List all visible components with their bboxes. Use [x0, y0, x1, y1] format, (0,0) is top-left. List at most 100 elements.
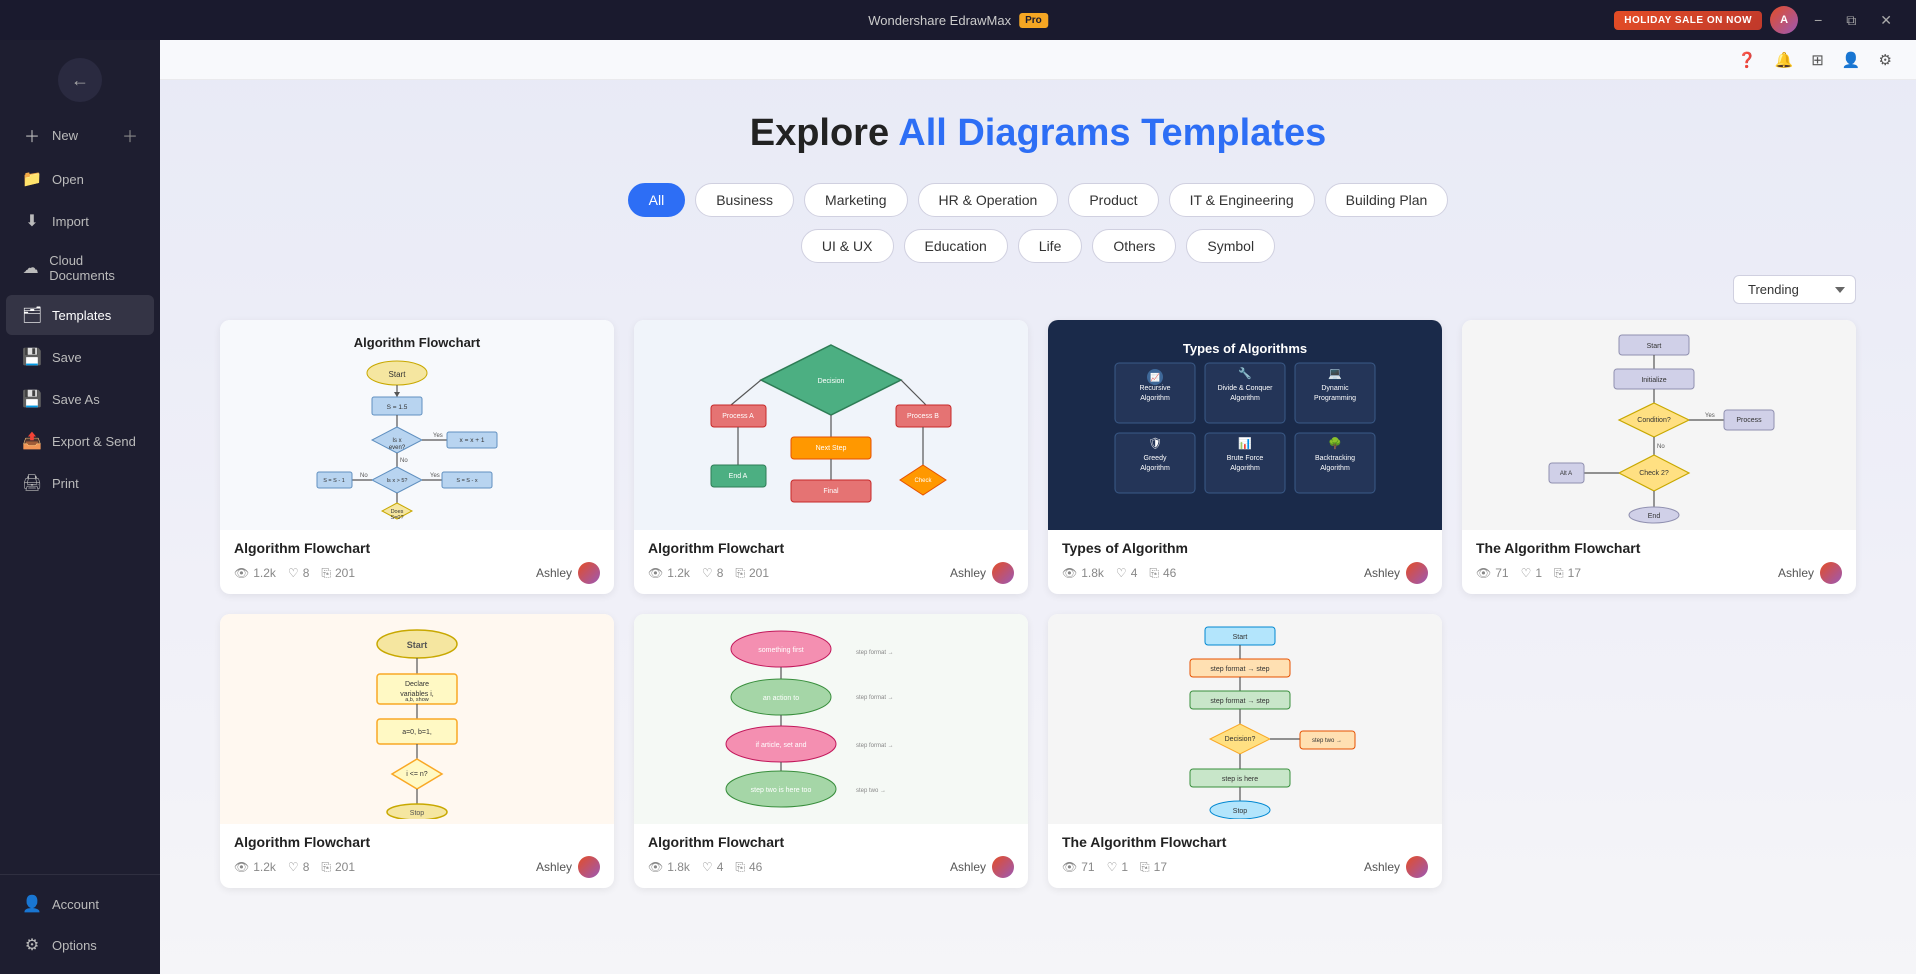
save-icon: 💾 [22, 347, 42, 367]
svg-text:Dynamic: Dynamic [1321, 385, 1349, 392]
sidebar-item-new[interactable]: ＋ New ＋ [6, 113, 154, 157]
svg-text:Is x: Is x [392, 438, 401, 444]
svg-text:Stop: Stop [410, 810, 425, 817]
sidebar-item-cloud[interactable]: ☁ Cloud Documents [6, 243, 154, 293]
eye-icon-5: 👁 [648, 860, 663, 874]
filter-btn-education[interactable]: Education [904, 229, 1008, 263]
filter-btn-business[interactable]: Business [695, 183, 794, 217]
svg-text:x = x + 1: x = x + 1 [460, 437, 485, 444]
svg-text:Stop: Stop [1233, 808, 1248, 815]
svg-text:Types of Algorithms: Types of Algorithms [1183, 341, 1307, 356]
titlebar-center: Wondershare EdrawMax Pro [868, 13, 1048, 28]
sidebar-item-options[interactable]: ⚙ Options [6, 925, 154, 965]
sort-dropdown[interactable]: Trending Newest Most Liked Most Viewed [1733, 275, 1856, 304]
svg-text:S=0?: S=0? [391, 515, 404, 521]
template-card-4[interactable]: Start Declare variables i, a,b, show a=0… [220, 614, 614, 888]
preview-svg-4: Start Declare variables i, a,b, show a=0… [317, 619, 517, 819]
settings-icon[interactable]: ⚙ [1879, 51, 1892, 69]
sidebar-item-new-label: New [52, 128, 78, 143]
sidebar-item-import[interactable]: ⬇ Import [6, 201, 154, 241]
svg-text:Yes: Yes [433, 433, 443, 439]
author-0: Ashley [536, 562, 600, 584]
svg-text:step two →: step two → [1312, 738, 1342, 744]
template-card-6[interactable]: Start step format → step step format → s… [1048, 614, 1442, 888]
filter-btn-building[interactable]: Building Plan [1325, 183, 1449, 217]
card-info-1: Algorithm Flowchart 👁 1.2k ♡ 8 [634, 530, 1028, 594]
eye-icon-0: 👁 [234, 566, 249, 580]
grid-icon[interactable]: ⊞ [1811, 51, 1824, 69]
svg-text:step format → step: step format → step [1210, 698, 1269, 705]
svg-text:even?: even? [389, 445, 406, 451]
close-button[interactable]: ✕ [1872, 8, 1900, 33]
filter-btn-others[interactable]: Others [1092, 229, 1176, 263]
views-3: 👁 71 [1476, 566, 1509, 580]
template-card-3[interactable]: Start Initialize Condition? Yes Process [1462, 320, 1856, 594]
sidebar-item-templates[interactable]: 🗂 Templates [6, 295, 154, 335]
likes-5: ♡ 4 [702, 860, 723, 874]
saveas-icon: 💾 [22, 389, 42, 409]
heart-icon-0: ♡ [288, 566, 299, 580]
template-card-2[interactable]: Types of Algorithms Recursive Algorithm … [1048, 320, 1442, 594]
svg-text:Programming: Programming [1314, 395, 1356, 402]
svg-text:Process A: Process A [722, 413, 754, 420]
views-6: 👁 71 [1062, 860, 1095, 874]
minimize-button[interactable]: − [1806, 8, 1830, 32]
sidebar-item-save[interactable]: 💾 Save [6, 337, 154, 377]
svg-text:Algorithm: Algorithm [1230, 395, 1260, 402]
filter-btn-uiux[interactable]: UI & UX [801, 229, 894, 263]
sidebar-item-export[interactable]: 📤 Export & Send [6, 421, 154, 461]
svg-text:S = S - x: S = S - x [456, 478, 477, 484]
sidebar-item-account[interactable]: 👤 Account [6, 884, 154, 924]
filter-btn-all[interactable]: All [628, 183, 686, 217]
heart-icon-3: ♡ [1521, 566, 1532, 580]
views-2: 👁 1.8k [1062, 566, 1104, 580]
eye-icon-2: 👁 [1062, 566, 1077, 580]
sidebar-item-open[interactable]: 📁 Open [6, 159, 154, 199]
filter-row-2: UI & UX Education Life Others Symbol [220, 229, 1856, 263]
filter-btn-marketing[interactable]: Marketing [804, 183, 907, 217]
filter-btn-life[interactable]: Life [1018, 229, 1083, 263]
copy-icon-0: ⎘ [321, 566, 331, 581]
card-info-2: Types of Algorithm 👁 1.8k ♡ 4 ⎘ [1048, 530, 1442, 594]
filter-btn-hr[interactable]: HR & Operation [918, 183, 1059, 217]
svg-text:Start: Start [1647, 343, 1662, 350]
user-avatar: A [1770, 6, 1798, 34]
template-card-1[interactable]: Decision Process A Process B [634, 320, 1028, 594]
card-meta-4: 👁 1.2k ♡ 8 ⎘ 201 [234, 856, 600, 878]
svg-text:🔧: 🔧 [1238, 366, 1252, 380]
card-preview-1: Decision Process A Process B [634, 320, 1028, 530]
template-card-0[interactable]: Algorithm Flowchart Start S = 1.5 [220, 320, 614, 594]
sidebar-item-saveas[interactable]: 💾 Save As [6, 379, 154, 419]
likes-4: ♡ 8 [288, 860, 309, 874]
svg-text:Is x > 5?: Is x > 5? [387, 478, 408, 484]
notification-icon[interactable]: 🔔 [1775, 51, 1794, 69]
svg-text:Greedy: Greedy [1144, 455, 1167, 462]
filter-btn-it[interactable]: IT & Engineering [1169, 183, 1315, 217]
author-avatar-2 [1406, 562, 1428, 584]
svg-text:Algorithm: Algorithm [1230, 465, 1260, 472]
back-button[interactable]: ← [58, 58, 102, 102]
holiday-sale-button[interactable]: HOLIDAY SALE ON NOW [1614, 11, 1762, 30]
help-icon[interactable]: ❓ [1738, 51, 1757, 69]
card-title-2: Types of Algorithm [1062, 540, 1428, 556]
eye-icon-6: 👁 [1062, 860, 1077, 874]
account-icon: 👤 [22, 894, 42, 914]
filter-row-1: All Business Marketing HR & Operation Pr… [220, 183, 1856, 217]
author-avatar-3 [1820, 562, 1842, 584]
filter-btn-product[interactable]: Product [1068, 183, 1158, 217]
maximize-button[interactable]: ⧉ [1838, 8, 1864, 33]
svg-text:Recursive: Recursive [1139, 385, 1170, 392]
filter-btn-symbol[interactable]: Symbol [1186, 229, 1275, 263]
svg-text:step is here: step is here [1222, 776, 1258, 783]
svg-text:Check 2?: Check 2? [1639, 470, 1669, 477]
sidebar-item-options-label: Options [52, 938, 97, 953]
likes-2: ♡ 4 [1116, 566, 1137, 580]
sidebar-item-print[interactable]: 🖨 Print [6, 463, 154, 503]
svg-text:Declare: Declare [405, 681, 429, 688]
card-title-4: Algorithm Flowchart [234, 834, 600, 850]
sidebar-bottom: 👤 Account ⚙ Options [0, 874, 160, 966]
card-meta-0: 👁 1.2k ♡ 8 ⎘ 201 [234, 562, 600, 584]
sidebar-item-open-label: Open [52, 172, 84, 187]
template-card-5[interactable]: something first an action to if article,… [634, 614, 1028, 888]
share-icon[interactable]: 👤 [1842, 51, 1861, 69]
